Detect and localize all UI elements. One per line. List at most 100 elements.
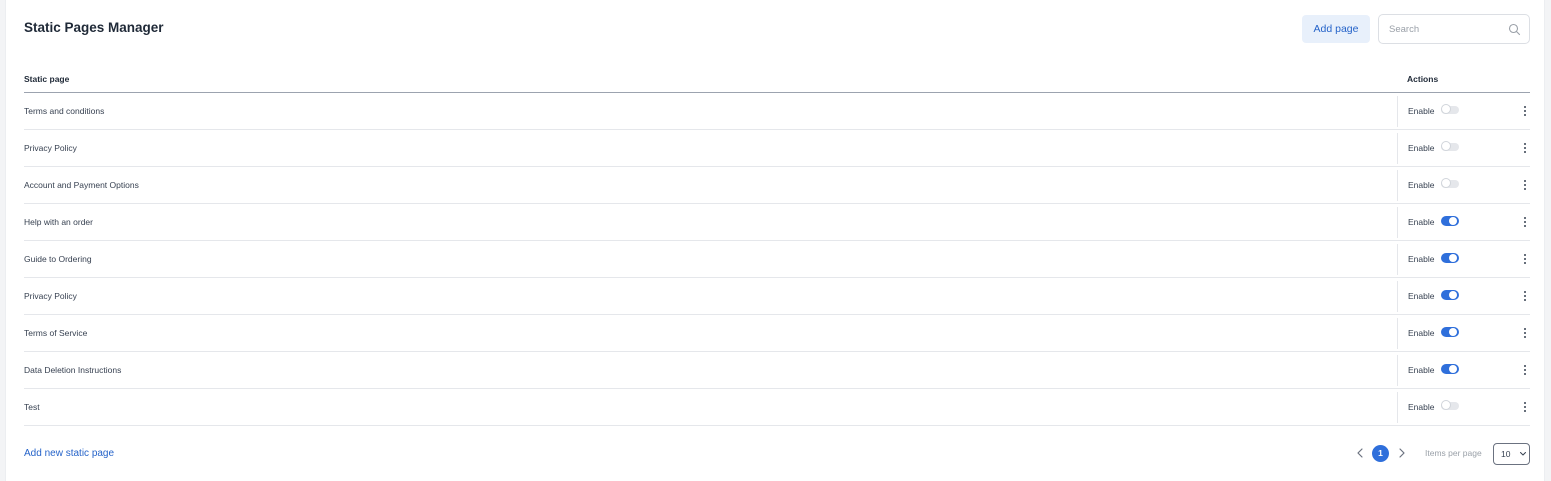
static-pages-table: Static page Actions Terms and conditions…	[24, 66, 1530, 426]
static-page-name[interactable]: Terms and conditions	[24, 106, 104, 116]
kebab-dot	[1524, 151, 1526, 153]
kebab-menu-icon[interactable]	[1521, 400, 1529, 414]
kebab-dot	[1524, 365, 1526, 367]
table-body: Terms and conditions Enable Privacy Policy…	[24, 93, 1530, 426]
table-row: Privacy Policy Enable	[24, 130, 1530, 167]
enable-toggle[interactable]	[1441, 290, 1459, 300]
items-per-page-select[interactable]: 10	[1493, 443, 1530, 465]
column-divider	[1397, 392, 1398, 423]
kebab-dot	[1524, 258, 1526, 260]
kebab-dot	[1524, 373, 1526, 375]
add-new-static-page-link[interactable]: Add new static page	[24, 448, 114, 459]
enable-toggle[interactable]	[1441, 253, 1459, 263]
table-row: Terms of Service Enable	[24, 315, 1530, 352]
kebab-dot	[1524, 225, 1526, 227]
kebab-dot	[1524, 106, 1526, 108]
enable-toggle[interactable]	[1441, 178, 1459, 189]
kebab-menu-icon[interactable]	[1521, 326, 1529, 340]
kebab-dot	[1524, 369, 1526, 371]
table-header: Static page Actions	[24, 66, 1530, 93]
toggle-knob	[1441, 141, 1451, 151]
search-icon[interactable]	[1508, 23, 1521, 36]
kebab-dot	[1524, 299, 1526, 301]
enable-label: Enable	[1408, 402, 1435, 412]
enable-label: Enable	[1408, 180, 1435, 190]
column-divider	[1397, 244, 1398, 275]
table-row: Terms and conditions Enable	[24, 93, 1530, 130]
kebab-menu-icon[interactable]	[1521, 289, 1529, 303]
kebab-dot	[1524, 221, 1526, 223]
pagination-page-current[interactable]: 1	[1372, 445, 1389, 462]
enable-label: Enable	[1408, 365, 1435, 375]
search-input[interactable]	[1389, 21, 1499, 37]
kebab-menu-icon[interactable]	[1521, 178, 1529, 192]
static-page-name[interactable]: Privacy Policy	[24, 291, 77, 301]
table-row: Guide to Ordering Enable	[24, 241, 1530, 278]
static-page-name[interactable]: Terms of Service	[24, 328, 87, 338]
kebab-dot	[1524, 295, 1526, 297]
kebab-dot	[1524, 332, 1526, 334]
static-pages-card: Static Pages Manager Add page Static pag…	[5, 0, 1545, 481]
table-row: Test Enable	[24, 389, 1530, 426]
chevron-left-icon[interactable]	[1355, 446, 1365, 460]
enable-toggle[interactable]	[1441, 216, 1459, 226]
column-divider	[1397, 207, 1398, 238]
kebab-dot	[1524, 188, 1526, 190]
enable-label: Enable	[1408, 254, 1435, 264]
kebab-menu-icon[interactable]	[1521, 215, 1529, 229]
toggle-knob	[1449, 291, 1457, 299]
enable-toggle[interactable]	[1441, 400, 1459, 411]
table-row: Account and Payment Options Enable	[24, 167, 1530, 204]
kebab-dot	[1524, 254, 1526, 256]
toggle-knob	[1441, 178, 1451, 188]
kebab-menu-icon[interactable]	[1521, 252, 1529, 266]
kebab-dot	[1524, 110, 1526, 112]
search-box[interactable]	[1378, 14, 1530, 44]
table-row: Data Deletion Instructions Enable	[24, 352, 1530, 389]
column-divider	[1397, 133, 1398, 164]
table-row: Help with an order Enable	[24, 204, 1530, 241]
enable-toggle[interactable]	[1441, 141, 1459, 152]
page-title: Static Pages Manager	[24, 20, 164, 35]
kebab-dot	[1524, 262, 1526, 264]
toggle-knob	[1449, 328, 1457, 336]
kebab-menu-icon[interactable]	[1521, 104, 1529, 118]
toggle-knob	[1441, 400, 1451, 410]
column-header-static-page: Static page	[24, 74, 70, 84]
toggle-knob	[1441, 104, 1451, 114]
static-page-name[interactable]: Test	[24, 402, 40, 412]
add-page-button[interactable]: Add page	[1302, 15, 1370, 43]
kebab-dot	[1524, 410, 1526, 412]
static-page-name[interactable]: Help with an order	[24, 217, 93, 227]
kebab-menu-icon[interactable]	[1521, 141, 1529, 155]
enable-label: Enable	[1408, 291, 1435, 301]
chevron-right-icon[interactable]	[1397, 446, 1407, 460]
kebab-menu-icon[interactable]	[1521, 363, 1529, 377]
kebab-dot	[1524, 184, 1526, 186]
enable-toggle[interactable]	[1441, 104, 1459, 115]
toggle-knob	[1449, 365, 1457, 373]
toggle-knob	[1449, 254, 1457, 262]
kebab-dot	[1524, 406, 1526, 408]
column-divider	[1397, 96, 1398, 127]
enable-label: Enable	[1408, 143, 1435, 153]
column-divider	[1397, 170, 1398, 201]
kebab-dot	[1524, 114, 1526, 116]
static-page-name[interactable]: Account and Payment Options	[24, 180, 139, 190]
table-row: Privacy Policy Enable	[24, 278, 1530, 315]
static-page-name[interactable]: Data Deletion Instructions	[24, 365, 121, 375]
items-per-page-label: Items per page	[1425, 448, 1482, 458]
kebab-dot	[1524, 217, 1526, 219]
enable-toggle[interactable]	[1441, 364, 1459, 374]
toggle-knob	[1449, 217, 1457, 225]
column-header-actions: Actions	[1407, 74, 1439, 84]
kebab-dot	[1524, 291, 1526, 293]
kebab-dot	[1524, 328, 1526, 330]
static-page-name[interactable]: Privacy Policy	[24, 143, 77, 153]
column-divider	[1397, 318, 1398, 349]
enable-toggle[interactable]	[1441, 327, 1459, 337]
kebab-dot	[1524, 143, 1526, 145]
column-divider	[1397, 281, 1398, 312]
kebab-dot	[1524, 402, 1526, 404]
static-page-name[interactable]: Guide to Ordering	[24, 254, 92, 264]
